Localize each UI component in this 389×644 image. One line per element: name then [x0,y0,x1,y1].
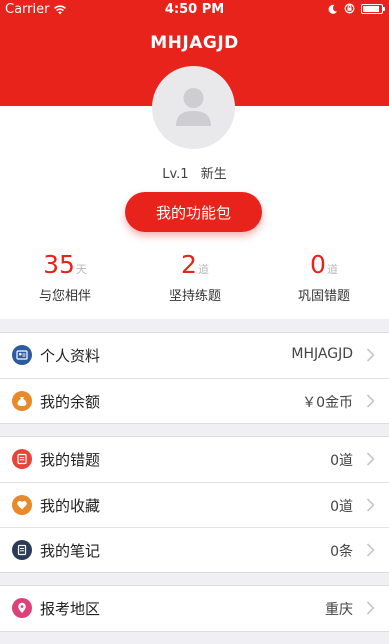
stat-value: 2 [181,250,197,279]
avatar[interactable] [152,66,235,149]
stat-value: 0 [310,250,326,279]
row-label: 个人资料 [40,347,101,365]
row-value: 0道 [330,453,353,469]
stat-unit: 道 [326,263,338,276]
stat-label: 坚持练题 [168,289,221,304]
chevron-right-icon [366,348,375,362]
stat-review[interactable]: 0 道 巩固错题 [259,250,389,304]
stat-unit: 道 [197,263,209,276]
row-wrong-questions[interactable]: 我的错题 0道 [0,437,389,482]
level-label: Lv.1 [162,167,189,182]
row-label: 我的错题 [40,451,101,469]
stat-unit: 天 [75,263,87,276]
moon-icon [328,4,337,14]
chevron-right-icon [366,394,375,408]
user-level: Lv.1 新生 [0,163,389,182]
row-value: 0道 [330,499,353,515]
row-label: 报考地区 [40,600,101,618]
rotation-lock-icon [344,3,355,14]
row-label: 我的余额 [40,393,101,411]
stat-label: 与您相伴 [38,289,91,304]
chevron-right-icon [366,498,375,512]
stat-value: 35 [43,250,75,279]
row-balance[interactable]: 我的余额 ￥0金币 [0,378,389,423]
rank-label: 新生 [200,167,227,182]
chevron-right-icon [366,452,375,466]
stat-label: 巩固错题 [297,289,350,304]
notebook-icon [12,540,32,560]
row-label: 我的收藏 [40,497,101,515]
heart-icon [12,495,32,515]
user-placeholder-icon [176,88,211,126]
row-label: 我的笔记 [40,542,101,560]
study-group: 我的错题 0道 我的收藏 0道 我的笔记 0条 [0,436,389,573]
money-bag-icon [12,391,32,411]
status-bar: Carrier 4:50 PM [0,0,389,20]
row-value: ￥0金币 [302,395,353,411]
location-pin-icon [12,598,32,618]
region-group: 报考地区 重庆 [0,585,389,632]
row-favorites[interactable]: 我的收藏 0道 [0,482,389,527]
status-right [328,3,385,14]
wrong-questions-icon [12,449,32,469]
profile-card-icon [12,345,32,365]
row-profile[interactable]: 个人资料 MHJAGJD [0,333,389,378]
stats-row: 35 天 与您相伴 2 道 坚持练题 0 道 巩固错题 [0,250,389,312]
battery-icon [361,3,385,14]
chevron-right-icon [366,543,375,557]
stat-days[interactable]: 35 天 与您相伴 [0,250,130,304]
row-exam-region[interactable]: 报考地区 重庆 [0,586,389,631]
row-value: MHJAGJD [291,346,353,362]
row-value: 重庆 [325,602,353,618]
stat-practice[interactable]: 2 道 坚持练题 [130,250,260,304]
row-value: 0条 [330,544,353,560]
page-title: MHJAGJD [150,33,239,53]
row-notes[interactable]: 我的笔记 0条 [0,527,389,572]
function-pack-button[interactable]: 我的功能包 [125,192,262,232]
chevron-right-icon [366,601,375,615]
account-group: 个人资料 MHJAGJD 我的余额 ￥0金币 [0,332,389,424]
